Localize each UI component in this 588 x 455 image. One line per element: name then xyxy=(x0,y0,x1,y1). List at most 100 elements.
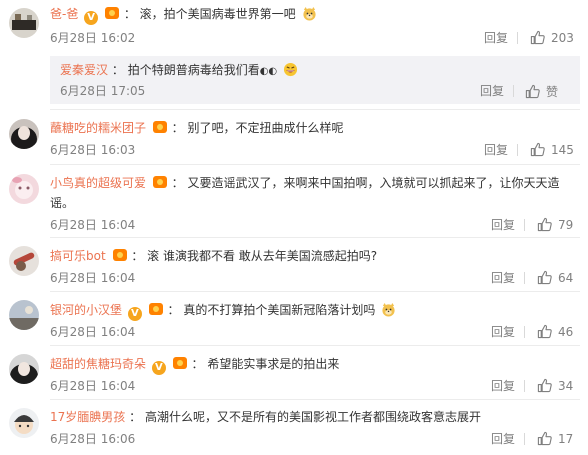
like-count: 46 xyxy=(558,324,574,339)
vip-level-icon xyxy=(152,176,167,188)
like-button[interactable]: 64 xyxy=(537,270,573,285)
username-link[interactable]: 银河的小汉堡 xyxy=(50,303,122,317)
thumbs-up-icon xyxy=(525,84,540,99)
username-link[interactable]: 爱秦爱汉 xyxy=(60,63,108,77)
grin-emoji-icon xyxy=(283,62,298,77)
thumbs-up-icon xyxy=(530,142,545,157)
like-label: 赞 xyxy=(546,85,559,99)
thumbs-up-icon xyxy=(537,378,552,393)
thumbs-up-icon xyxy=(537,431,552,446)
reply-date: 6月28日 17:05 xyxy=(60,84,146,98)
comment-line-2: 谣。 xyxy=(50,195,74,211)
reply-button[interactable]: 回复 xyxy=(491,270,515,286)
reply-button[interactable]: 回复 xyxy=(484,142,508,158)
thumbs-up-icon xyxy=(537,270,552,285)
comment-line: 爸-爸 V ： 滚，拍个美国病毒世界第一吧 xyxy=(50,6,317,25)
comment-colon: ： xyxy=(129,410,142,424)
separator xyxy=(524,433,525,445)
verified-v-icon: V xyxy=(84,11,99,25)
comment-text: 真的不打算拍个美国新冠陷落计划吗 xyxy=(183,303,376,317)
username-link[interactable]: 蘸糖吃的糯米团子 xyxy=(50,121,146,135)
like-count: 79 xyxy=(558,217,574,232)
nested-reply: 爱秦爱汉 ： 拍个特朗普病毒给我们看◐◐ 6月28日 17:05 回复 赞 xyxy=(50,56,580,104)
reply-button[interactable]: 回复 xyxy=(491,378,515,394)
like-button[interactable]: 46 xyxy=(537,324,573,339)
avatar[interactable] xyxy=(9,408,39,438)
comment-line: 搞可乐bot ： 滚 谁演我都不看 敢从去年美国流感起拍吗? xyxy=(50,248,377,264)
comment-date: 6月28日 16:04 xyxy=(50,379,136,393)
comment-item: 银河的小汉堡 V ： 真的不打算拍个美国新冠陷落计划吗 6月28日 16:04 … xyxy=(0,292,588,346)
comment-colon: ： xyxy=(191,357,204,371)
comment-text: 滚，拍个美国病毒世界第一吧 xyxy=(139,7,296,21)
thumbs-up-icon xyxy=(530,30,545,45)
reply-line: 爱秦爱汉 ： 拍个特朗普病毒给我们看◐◐ xyxy=(60,62,298,80)
like-button[interactable]: 203 xyxy=(530,30,574,45)
comment-text: 滚 谁演我都不看 敢从去年美国流感起拍吗? xyxy=(147,249,378,263)
vip-level-icon xyxy=(148,303,163,315)
comment-date: 6月28日 16:06 xyxy=(50,432,136,446)
like-count: 145 xyxy=(551,142,574,157)
comment-item: 爸-爸 V ： 滚，拍个美国病毒世界第一吧 6月28日 16:02 回复 203… xyxy=(0,0,588,110)
separator xyxy=(517,144,518,156)
avatar[interactable] xyxy=(9,8,39,38)
separator xyxy=(524,219,525,231)
avatar[interactable] xyxy=(9,246,39,276)
comment-text: 别了吧，不定扭曲成什么样呢 xyxy=(187,121,344,135)
avatar[interactable] xyxy=(9,174,39,204)
thumbs-up-icon xyxy=(537,217,552,232)
reply-text: 拍个特朗普病毒给我们看 xyxy=(127,63,260,77)
comment-text: 又要造谣武汉了，来啊来中国拍啊，入境就可以抓起来了，让你天天造 xyxy=(187,176,560,190)
reply-button[interactable]: 回复 xyxy=(491,217,515,233)
like-button[interactable]: 赞 xyxy=(525,83,558,100)
like-count: 34 xyxy=(558,378,574,393)
comment-line: 超甜的焦糖玛奇朵 V ： 希望能实事求是的拍出来 xyxy=(50,356,339,375)
reply-button[interactable]: 回复 xyxy=(491,431,515,447)
username-link[interactable]: 小鸟真的超级可爱 xyxy=(50,176,146,190)
username-link[interactable]: 17岁腼腆男孩 xyxy=(50,410,125,424)
reply-button[interactable]: 回复 xyxy=(491,324,515,340)
like-button[interactable]: 34 xyxy=(537,378,573,393)
avatar[interactable] xyxy=(9,119,39,149)
separator xyxy=(513,85,514,97)
comment-date: 6月28日 16:03 xyxy=(50,143,136,157)
comment-item: 小鸟真的超级可爱 ： 又要造谣武汉了，来啊来中国拍啊，入境就可以抓起来了，让你天… xyxy=(0,165,588,238)
doge-emoji-icon xyxy=(302,6,316,21)
comment-line: 银河的小汉堡 V ： 真的不打算拍个美国新冠陷落计划吗 xyxy=(50,302,396,321)
comment-text-continued: 谣。 xyxy=(50,196,75,210)
vip-level-icon xyxy=(152,121,167,133)
reply-button[interactable]: 回复 xyxy=(480,83,504,99)
like-count: 203 xyxy=(551,30,574,45)
reply-text-suffix: ◐◐ xyxy=(259,66,278,77)
comment-line: 小鸟真的超级可爱 ： 又要造谣武汉了，来啊来中国拍啊，入境就可以抓起来了，让你天… xyxy=(50,175,560,191)
doge-emoji-icon xyxy=(382,302,395,317)
reply-button[interactable]: 回复 xyxy=(484,30,508,46)
vip-level-icon xyxy=(172,357,187,369)
like-count: 64 xyxy=(558,270,574,285)
comment-item: 搞可乐bot ： 滚 谁演我都不看 敢从去年美国流感起拍吗? 6月28日 16:… xyxy=(0,238,588,292)
username-link[interactable]: 爸-爸 xyxy=(50,7,78,21)
verified-v-icon: V xyxy=(127,307,142,321)
comment-text: 希望能实事求是的拍出来 xyxy=(207,357,340,371)
verified-v-icon: V xyxy=(151,361,166,375)
separator xyxy=(517,32,518,44)
vip-level-icon xyxy=(105,7,119,19)
like-button[interactable]: 17 xyxy=(537,431,573,446)
separator xyxy=(524,272,525,284)
comment-item: 17岁腼腆男孩 ： 高潮什么呢，又不是所有的美国影视工作者都围绕政客意志展开 6… xyxy=(0,400,588,455)
avatar[interactable] xyxy=(9,300,39,330)
comment-date: 6月28日 16:04 xyxy=(50,218,136,232)
comment-colon: ： xyxy=(131,249,144,263)
comment-line: 蘸糖吃的糯米团子 ： 别了吧，不定扭曲成什么样呢 xyxy=(50,120,344,136)
avatar[interactable] xyxy=(9,354,39,384)
like-button[interactable]: 79 xyxy=(537,217,573,232)
comment-colon: ： xyxy=(171,121,184,135)
comment-colon: ： xyxy=(171,176,184,190)
separator xyxy=(524,380,525,392)
like-button[interactable]: 145 xyxy=(530,142,574,157)
vip-level-icon xyxy=(112,249,127,261)
separator xyxy=(524,326,525,338)
comment-item: 蘸糖吃的糯米团子 ： 别了吧，不定扭曲成什么样呢 6月28日 16:03 回复 … xyxy=(0,110,588,165)
like-count: 17 xyxy=(558,431,574,446)
username-link[interactable]: 搞可乐bot xyxy=(50,249,106,263)
username-link[interactable]: 超甜的焦糖玛奇朵 xyxy=(50,357,146,371)
